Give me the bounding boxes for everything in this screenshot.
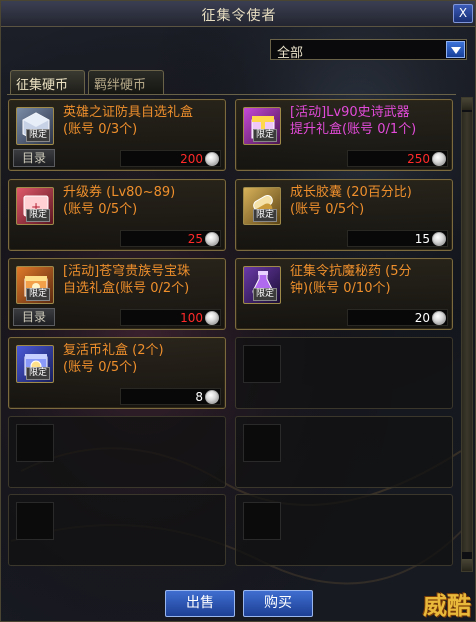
price-field: 8 — [120, 388, 221, 405]
limited-badge: 限定 — [253, 209, 278, 222]
tab-label: 征集硬币 — [16, 78, 69, 93]
item-price: 20 — [414, 311, 430, 325]
coin-icon — [432, 311, 446, 325]
sell-button[interactable]: 出售 — [165, 590, 235, 617]
item-price: 200 — [180, 152, 203, 166]
item-price: 25 — [187, 232, 203, 246]
item-price: 15 — [414, 232, 430, 246]
site-watermark: 威酷 — [423, 592, 471, 620]
close-icon: X — [458, 6, 468, 20]
limited-badge: 限定 — [253, 288, 278, 301]
item-name: 复活币礼盒 (2个) (账号 0/5个) — [63, 343, 164, 375]
empty-icon-frame — [243, 502, 281, 540]
tab-label: 羁绊硬币 — [94, 78, 147, 93]
chevron-down-icon — [451, 47, 461, 54]
close-button[interactable]: X — [453, 4, 473, 23]
potion-icon: 限定 — [243, 266, 281, 304]
limited-badge: 限定 — [26, 129, 51, 142]
item-name: 英雄之证防具自选礼盒 (账号 0/3个) — [63, 105, 194, 137]
price-field: 20 — [347, 309, 448, 326]
coin-icon — [432, 232, 446, 246]
shop-item-slot[interactable]: 限定 成长胶囊 (20百分比) (账号 0/5个) 15 — [235, 179, 453, 251]
limited-badge: 限定 — [26, 367, 51, 380]
empty-slot — [235, 416, 453, 488]
armor-box-icon: 限定 — [16, 107, 54, 145]
empty-icon-frame — [243, 424, 281, 462]
item-name: [活动]苍穹贵族号宝珠 自选礼盒(账号 0/2个) — [63, 264, 191, 296]
title-bar[interactable]: 征集令使者 X — [1, 1, 475, 27]
shop-item-slot[interactable]: 限定 [活动]苍穹贵族号宝珠 自选礼盒(账号 0/2个) 目录 100 — [8, 258, 226, 330]
category-dropdown[interactable]: 全部 — [270, 39, 467, 61]
item-price: 100 — [180, 311, 203, 325]
weapon-box-icon: 限定 — [243, 107, 281, 145]
revival-coin-box-icon: 限定 — [16, 345, 54, 383]
dropdown-arrow-button[interactable] — [446, 41, 465, 58]
limited-badge: 限定 — [26, 209, 51, 222]
item-price: 8 — [195, 390, 203, 404]
empty-slot — [235, 494, 453, 566]
empty-icon-frame — [16, 424, 54, 462]
item-price: 250 — [407, 152, 430, 166]
coin-icon — [432, 152, 446, 166]
coin-icon — [205, 232, 219, 246]
scroll-down-arrow[interactable] — [462, 559, 472, 571]
empty-slot — [235, 337, 453, 409]
tab-divider — [7, 94, 456, 95]
shop-item-slot[interactable]: 限定 [活动]Lv90史诗武器 提升礼盒(账号 0/1个) 250 — [235, 99, 453, 171]
collection-envoy-window: 征集令使者 X 全部 征集硬币 羁绊硬币 限定 英雄之证防具自选礼盒 (账号 0… — [0, 0, 476, 622]
limited-badge: 限定 — [253, 129, 278, 142]
empty-slot — [8, 494, 226, 566]
empty-slot — [8, 416, 226, 488]
catalog-button[interactable]: 目录 — [13, 149, 55, 167]
price-field: 25 — [120, 230, 221, 247]
catalog-button[interactable]: 目录 — [13, 308, 55, 326]
capsule-icon: 限定 — [243, 187, 281, 225]
price-field: 200 — [120, 150, 221, 167]
price-field: 15 — [347, 230, 448, 247]
coin-icon — [205, 390, 219, 404]
tab-collection-coin[interactable]: 征集硬币 — [10, 70, 85, 94]
scroll-thumb[interactable] — [462, 112, 472, 552]
orb-box-icon: 限定 — [16, 266, 54, 304]
empty-icon-frame — [243, 345, 281, 383]
window-title: 征集令使者 — [201, 8, 277, 24]
item-name: [活动]Lv90史诗武器 提升礼盒(账号 0/1个) — [290, 105, 417, 137]
shop-item-slot[interactable]: 限定 英雄之证防具自选礼盒 (账号 0/3个) 目录 200 — [8, 99, 226, 171]
price-field: 100 — [120, 309, 221, 326]
buy-button[interactable]: 购买 — [243, 590, 313, 617]
item-name: 升级券 (Lv80~89) (账号 0/5个) — [63, 185, 176, 217]
coin-icon — [205, 152, 219, 166]
item-name: 征集令抗魔秘药 (5分 钟)(账号 0/10个) — [290, 264, 412, 296]
item-name: 成长胶囊 (20百分比) (账号 0/5个) — [290, 185, 412, 217]
empty-icon-frame — [16, 502, 54, 540]
price-field: 250 — [347, 150, 448, 167]
coin-icon — [205, 311, 219, 325]
dropdown-selected-value: 全部 — [277, 46, 304, 61]
scrollbar[interactable] — [461, 97, 473, 572]
tab-bond-coin[interactable]: 羁绊硬币 — [88, 70, 164, 94]
shop-item-slot[interactable]: 限定 复活币礼盒 (2个) (账号 0/5个) 8 — [8, 337, 226, 409]
ticket-icon: + 限定 — [16, 187, 54, 225]
scroll-up-arrow[interactable] — [462, 98, 472, 110]
limited-badge: 限定 — [26, 288, 51, 301]
shop-item-slot[interactable]: 限定 征集令抗魔秘药 (5分 钟)(账号 0/10个) 20 — [235, 258, 453, 330]
shop-item-slot[interactable]: + 限定 升级券 (Lv80~89) (账号 0/5个) 25 — [8, 179, 226, 251]
